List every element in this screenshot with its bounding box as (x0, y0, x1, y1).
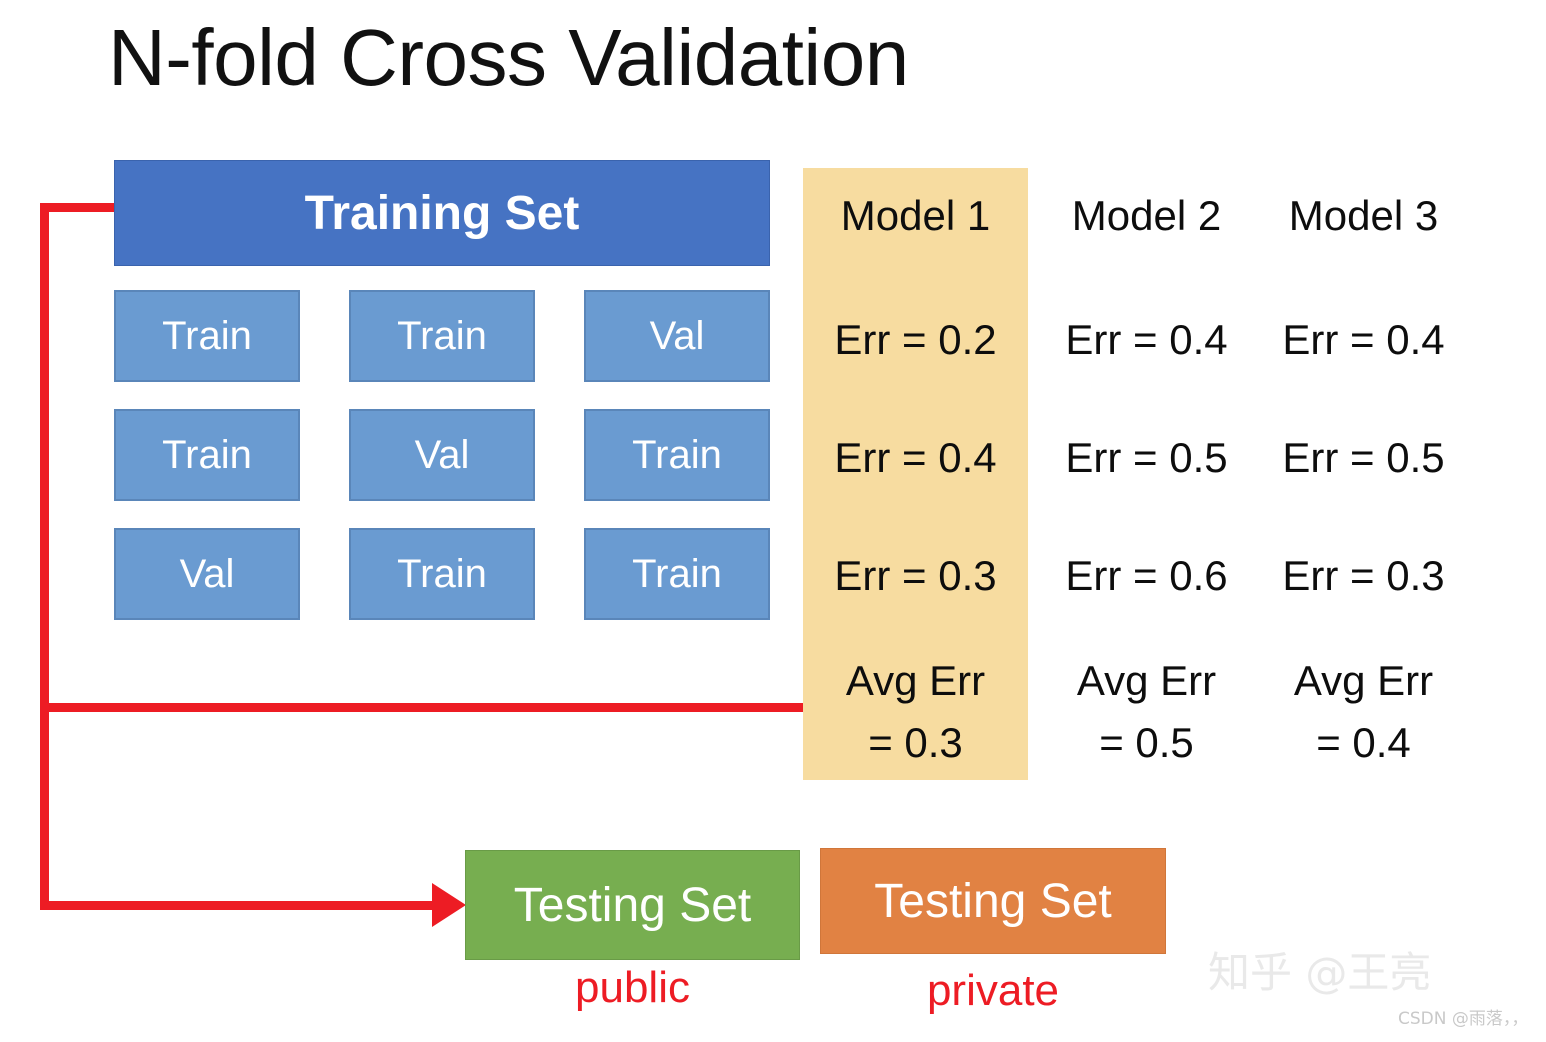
model-1-avg-value: = 0.3 (868, 719, 963, 766)
fold-cell-r1c1: Train (114, 290, 300, 382)
testing-set-public-caption: public (575, 963, 690, 1012)
model-2-error-fold-3: Err = 0.6 (1065, 552, 1228, 599)
model-column-2: Model 2 Err = 0.4 Err = 0.5 Err = 0.6 Av… (1034, 168, 1259, 780)
fold-cell-r3c2: Train (349, 528, 535, 620)
fold-cell-r2c2: Val (349, 409, 535, 501)
model-3-error-fold-1: Err = 0.4 (1282, 316, 1445, 363)
connector-line-top (40, 203, 124, 212)
zhihu-watermark: 知乎 @王亮 (1208, 948, 1432, 997)
connector-arrowhead-icon (432, 883, 466, 927)
connector-line-bottom (40, 901, 440, 910)
connector-line-vertical (40, 203, 49, 910)
fold-cell-r3c1: Val (114, 528, 300, 620)
fold-cell-r1c3: Val (584, 290, 770, 382)
model-1-error-fold-3: Err = 0.3 (834, 552, 997, 599)
fold-cell-r2c1: Train (114, 409, 300, 501)
connector-line-branch (40, 703, 805, 712)
fold-cell-r3c3: Train (584, 528, 770, 620)
model-2-average-error: Avg Err = 0.5 (1034, 650, 1259, 774)
csdn-watermark: CSDN @雨落，， (1398, 1009, 1529, 1029)
testing-set-private-box: Testing Set (820, 848, 1166, 954)
page-title: N-fold Cross Validation (108, 13, 909, 102)
model-2-error-fold-1: Err = 0.4 (1065, 316, 1228, 363)
model-3-name: Model 3 (1288, 192, 1439, 239)
model-1-avg-label: Avg Err (845, 657, 986, 704)
model-3-average-error: Avg Err = 0.4 (1251, 650, 1476, 774)
model-1-name: Model 1 (840, 192, 991, 239)
training-set-box: Training Set (114, 160, 770, 266)
model-3-error-fold-3: Err = 0.3 (1282, 552, 1445, 599)
fold-cell-r1c2: Train (349, 290, 535, 382)
model-1-average-error: Avg Err = 0.3 (803, 650, 1028, 774)
model-3-avg-label: Avg Err (1293, 657, 1434, 704)
testing-set-private-caption: private (926, 966, 1060, 1015)
model-column-1: Model 1 Err = 0.2 Err = 0.4 Err = 0.3 Av… (803, 168, 1028, 780)
model-1-error-fold-2: Err = 0.4 (834, 434, 997, 481)
fold-cell-r2c3: Train (584, 409, 770, 501)
model-2-avg-label: Avg Err (1076, 657, 1217, 704)
model-3-avg-value: = 0.4 (1316, 719, 1411, 766)
model-3-error-fold-2: Err = 0.5 (1282, 434, 1445, 481)
testing-set-public-box: Testing Set (465, 850, 800, 960)
model-1-error-fold-1: Err = 0.2 (834, 316, 997, 363)
model-2-error-fold-2: Err = 0.5 (1065, 434, 1228, 481)
model-column-3: Model 3 Err = 0.4 Err = 0.5 Err = 0.3 Av… (1251, 168, 1476, 780)
model-2-name: Model 2 (1071, 192, 1222, 239)
slide-canvas: N-fold Cross Validation Training Set Tra… (0, 0, 1546, 1042)
model-2-avg-value: = 0.5 (1099, 719, 1194, 766)
